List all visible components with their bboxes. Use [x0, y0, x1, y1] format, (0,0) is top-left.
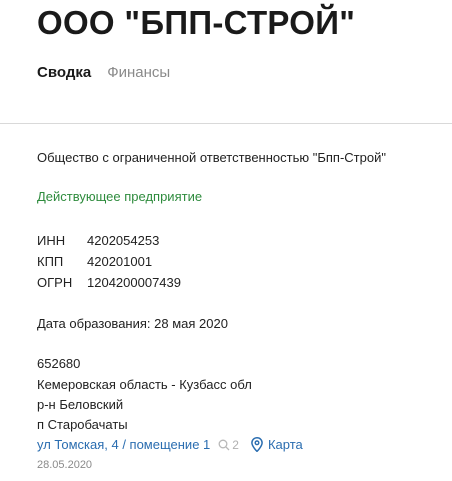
founded-date: Дата образования: 28 мая 2020: [37, 316, 228, 331]
map-link[interactable]: Карта: [251, 437, 303, 452]
map-pin-icon: [251, 437, 263, 452]
address-settlement: п Старобачаты: [37, 417, 128, 432]
address-date: 28.05.2020: [37, 459, 93, 471]
page-title: ООО "БПП-СТРОЙ": [37, 4, 356, 41]
kpp-row: КПП 420201001: [37, 251, 181, 272]
kpp-label: КПП: [37, 254, 64, 269]
inn-row: ИНН 4202054253: [37, 230, 181, 251]
ogrn-label: ОГРН: [37, 275, 73, 290]
divider: [0, 123, 452, 124]
comments-count: 2: [232, 437, 239, 452]
company-card: ООО "БПП-СТРОЙ" Сводка Финансы Общество …: [0, 0, 452, 481]
inn-value: 4202054253: [87, 233, 160, 248]
comments-counter[interactable]: 2: [218, 438, 239, 452]
street-address-link[interactable]: ул Томская, 4 / помещение 1: [37, 437, 210, 452]
tab-bar: Сводка Финансы: [37, 64, 170, 81]
inn-label: ИНН: [37, 233, 66, 248]
postal-code: 652680: [37, 356, 81, 371]
registration-codes: ИНН 4202054253 КПП 420201001 ОГРН 120420…: [37, 230, 181, 293]
status-text: Действующее предприятие: [37, 189, 203, 204]
address-region: Кемеровская область - Кузбасс обл: [37, 377, 252, 392]
address-links-row: ул Томская, 4 / помещение 1 2 Карта: [37, 437, 303, 452]
map-link-label: Карта: [267, 437, 303, 452]
tab-finances[interactable]: Финансы: [107, 64, 170, 81]
company-full-name: Общество с ограниченной ответственностью…: [37, 150, 386, 165]
search-comment-icon: [218, 439, 230, 450]
kpp-value: 420201001: [87, 254, 153, 269]
ogrn-value: 1204200007439: [87, 275, 181, 290]
ogrn-row: ОГРН 1204200007439: [37, 272, 181, 293]
address-district: р-н Беловский: [37, 397, 124, 412]
tab-summary[interactable]: Сводка: [37, 64, 91, 81]
